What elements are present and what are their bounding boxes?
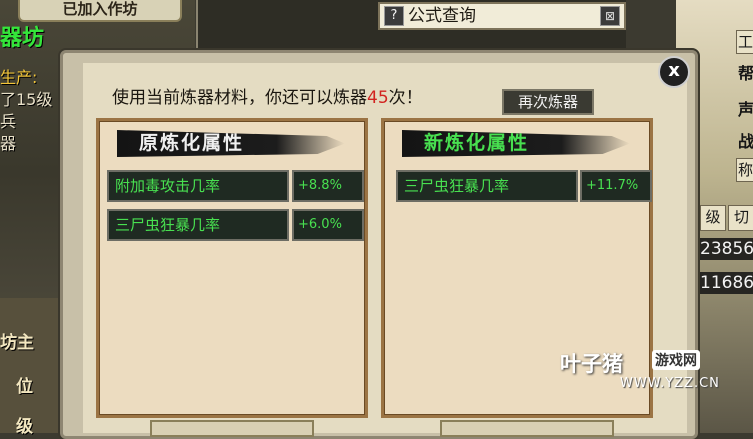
close-icon[interactable]: x <box>658 56 690 88</box>
weapon-line: 兵 <box>0 112 17 131</box>
joined-workshop-tab[interactable]: 已加入作坊 <box>18 0 182 22</box>
right-work-button[interactable]: 工 <box>736 30 753 54</box>
formula-query-label: 公式查询 <box>408 6 476 26</box>
workshop-title: 器坊 <box>0 26 45 51</box>
refine-again-button[interactable]: 再次炼器 <box>502 89 594 115</box>
right-number-1: 23856 <box>700 238 753 260</box>
message-prefix: 使用当前炼器材料，你还可以炼器 <box>112 88 367 108</box>
right-char-battle: 战 <box>738 132 753 151</box>
bottom-right-button[interactable] <box>440 420 614 437</box>
bottom-left-button[interactable] <box>150 420 314 437</box>
help-icon[interactable]: ? <box>384 6 404 26</box>
new-attr-value-1: +11.7% <box>580 170 652 202</box>
right-char-reputation: 声 <box>738 100 753 119</box>
remaining-message: 使用当前炼器材料，你还可以炼器45次！ <box>112 86 423 110</box>
right-number-2: 11686 <box>700 272 753 294</box>
original-title-banner: 原炼化属性 <box>117 130 345 157</box>
watermark-brand: 叶子猪 <box>560 352 623 376</box>
original-attr-value-1: +8.8% <box>292 170 364 202</box>
watermark-tag: 游戏网 <box>652 350 700 370</box>
original-attr-name-2: 三尸虫狂暴几率 <box>107 209 289 241</box>
message-suffix: 次！ <box>388 88 423 108</box>
formula-query-bar[interactable]: ? 公式查询 ⊠ <box>378 2 626 30</box>
level-line: 了15级 <box>0 90 53 109</box>
new-attr-name-1: 三尸虫狂暴几率 <box>396 170 578 202</box>
position-label: 位 <box>16 377 33 397</box>
right-title-button[interactable]: 称 <box>736 158 753 182</box>
original-attributes-panel: 原炼化属性 附加毒攻击几率 +8.8% 三尸虫狂暴几率 +6.0% <box>96 118 368 418</box>
new-title: 新炼化属性 <box>424 132 530 154</box>
right-level-button[interactable]: 级 <box>700 205 726 231</box>
produce-label: 生产: <box>0 68 38 87</box>
right-char-gang: 帮 <box>738 64 753 83</box>
original-attr-value-2: +6.0% <box>292 209 364 241</box>
watermark-url: WWW.YZZ.CN <box>620 376 720 391</box>
device-line: 器 <box>0 134 17 153</box>
original-attr-name-1: 附加毒攻击几率 <box>107 170 289 202</box>
level-label: 级 <box>16 417 33 437</box>
new-title-banner: 新炼化属性 <box>402 130 630 157</box>
remaining-count: 45 <box>367 88 389 108</box>
original-title: 原炼化属性 <box>139 132 245 154</box>
right-switch-button[interactable]: 切 <box>728 205 753 231</box>
owner-label: 坊主 <box>0 333 34 353</box>
minimize-icon[interactable]: ⊠ <box>600 6 620 26</box>
